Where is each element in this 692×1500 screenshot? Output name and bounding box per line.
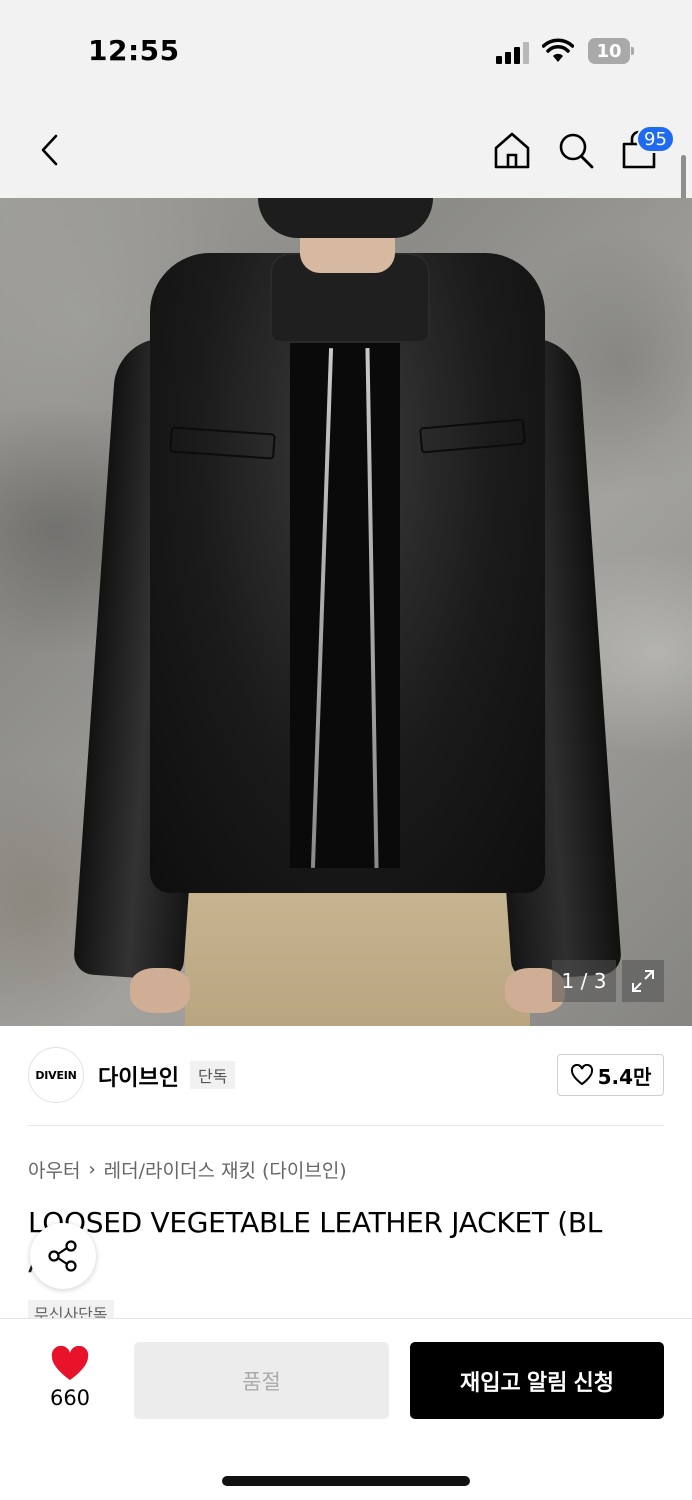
brand-like-count: 5.4만 [597,1064,652,1089]
brand-like-button[interactable]: 5.4만 [557,1054,664,1096]
share-button[interactable] [30,1223,96,1289]
heart-filled-icon[interactable] [50,1346,90,1382]
expand-image-button[interactable] [622,960,664,1002]
top-navigation [0,100,692,198]
breadcrumb: 아우터 › 레더/라이더스 재킷 (다이브인) [28,1156,347,1183]
brand-name[interactable]: 다이브인 [98,1060,179,1092]
cellular-signal-icon [496,42,532,64]
exclusive-tag: 단독 [190,1061,236,1089]
back-arrow-icon[interactable] [34,130,66,170]
status-bar: 12:55 10 [0,0,692,100]
home-indicator [222,1476,470,1486]
soldout-button[interactable]: 품절 [134,1342,389,1419]
search-icon[interactable] [557,130,595,170]
breadcrumb-subcategory[interactable]: 레더/라이더스 재킷 (다이브인) [104,1156,347,1183]
breadcrumb-category[interactable]: 아우터 [28,1156,80,1183]
favorite-count: 660 [49,1386,91,1410]
divider [28,1125,664,1126]
product-title: LOOSED VEGETABLE LEATHER JACKET (BL [28,1206,603,1239]
chevron-right-icon: › [88,1159,96,1180]
battery-indicator: 10 [588,38,630,64]
status-time: 12:55 [88,34,180,67]
product-image[interactable] [0,198,692,1026]
battery-tip [631,47,634,55]
image-counter: 1 / 3 [552,960,616,1002]
cart-count-badge: 95 [636,125,675,153]
heart-outline-icon [570,1064,593,1086]
wifi-icon [542,38,574,62]
share-icon [48,1240,77,1272]
brand-logo[interactable]: DIVEIN [28,1047,84,1103]
restock-alert-button[interactable]: 재입고 알림 신청 [410,1342,664,1419]
home-icon[interactable] [493,130,531,170]
expand-icon [632,970,654,992]
